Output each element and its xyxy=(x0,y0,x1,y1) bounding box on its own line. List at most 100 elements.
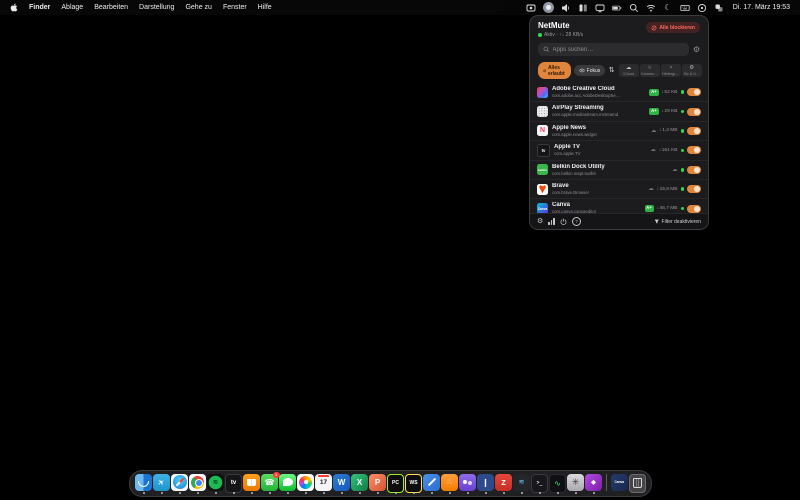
keyboard-icon[interactable] xyxy=(680,2,690,13)
menu-finder[interactable]: Finder xyxy=(29,4,50,11)
filter-allowed-button[interactable]: Alles erlaubt xyxy=(538,62,571,79)
dock-item-chrome[interactable] xyxy=(189,474,206,494)
telegram-dock-icon[interactable]: ✈ xyxy=(153,474,170,491)
menu-darstellung[interactable]: Darstellung xyxy=(139,4,174,11)
orgchart-dock-icon[interactable]: ∴ xyxy=(441,474,458,491)
dock-item-wrench[interactable] xyxy=(423,474,440,494)
apple-menu-icon[interactable] xyxy=(10,3,18,12)
footer-stats-icon[interactable] xyxy=(548,218,555,225)
dock-item-word[interactable]: W xyxy=(333,474,350,494)
footer-help-icon[interactable]: ? xyxy=(572,217,581,226)
category-tab-3[interactable]: ⚙ Sic & U… xyxy=(682,64,702,78)
menu-bar-clock[interactable]: Di. 17. März 19:53 xyxy=(733,4,790,11)
fan-dock-icon[interactable]: ✳ xyxy=(567,474,584,491)
dock-item-fan[interactable]: ✳ xyxy=(567,474,584,494)
search-field[interactable] xyxy=(538,43,689,56)
dock-item-activity[interactable]: ∿ xyxy=(549,474,566,494)
menu-gehe-zu[interactable]: Gehe zu xyxy=(185,4,211,11)
dock-item-docker[interactable]: ≋ xyxy=(513,474,530,494)
canva-dock-icon[interactable]: Canva xyxy=(611,474,628,491)
focus-moon-icon[interactable]: ☾ xyxy=(663,2,673,13)
menu-bearbeiten[interactable]: Bearbeiten xyxy=(94,4,128,11)
terminal-dock-icon[interactable]: >_ xyxy=(531,474,548,493)
app-toggle[interactable] xyxy=(687,108,701,116)
dock-item-pycharm[interactable]: PC xyxy=(387,474,404,494)
window-tiles-icon[interactable] xyxy=(578,2,588,13)
footer-power-icon[interactable] xyxy=(560,218,567,225)
webstorm-dock-icon[interactable]: WS xyxy=(405,474,422,493)
dock-item-calendar[interactable]: 17 xyxy=(315,474,332,494)
app-toggle[interactable] xyxy=(687,205,701,213)
trash-dock-icon[interactable] xyxy=(629,474,646,493)
dock-item-safari[interactable] xyxy=(171,474,188,494)
app-toggle[interactable] xyxy=(687,88,701,96)
display-icon[interactable] xyxy=(595,2,605,13)
sort-icon[interactable]: ⇅ xyxy=(609,67,615,75)
dock-item-excel[interactable]: X xyxy=(351,474,368,494)
zotero-dock-icon[interactable]: Z xyxy=(495,474,512,491)
messages-dock-icon[interactable] xyxy=(279,474,296,491)
dock-item-zotero[interactable]: Z xyxy=(495,474,512,494)
timer-icon[interactable] xyxy=(697,2,707,13)
app-row[interactable]: Adobe Creative Cloud com.adobe.acc.Adobe… xyxy=(530,83,708,102)
activity-dock-icon[interactable]: ∿ xyxy=(549,474,566,493)
dock-item-photos[interactable] xyxy=(297,474,314,494)
dock-item-people[interactable] xyxy=(459,474,476,494)
app-row[interactable]: N Apple News com.apple.news.widget ☁ ↓1,… xyxy=(530,122,708,141)
search-input[interactable] xyxy=(553,47,684,53)
notion-dock-icon[interactable]: ❙ xyxy=(477,474,494,491)
calendar-dock-icon[interactable]: 17 xyxy=(315,474,332,491)
spotlight-icon[interactable] xyxy=(629,2,639,13)
dock-item-terminal[interactable]: >_ xyxy=(531,474,548,494)
dock-item-spotify[interactable]: ≋ xyxy=(207,474,224,494)
docker-dock-icon[interactable]: ≋ xyxy=(513,474,530,491)
app-row[interactable]: AirPlay Streaming com.apple.mediastream.… xyxy=(530,102,708,121)
block-all-button[interactable]: Alle blockieren xyxy=(646,22,700,33)
dock-item-trash[interactable] xyxy=(629,474,646,494)
pycharm-dock-icon[interactable]: PC xyxy=(387,474,404,493)
word-dock-icon[interactable]: W xyxy=(333,474,350,491)
dock-item-telegram[interactable]: ✈ xyxy=(153,474,170,494)
app-toggle[interactable] xyxy=(687,185,701,193)
people-dock-icon[interactable] xyxy=(459,474,476,491)
wifi-icon[interactable] xyxy=(646,2,656,13)
powerpoint-dock-icon[interactable]: P xyxy=(369,474,386,491)
purple-dock-icon[interactable]: ◆ xyxy=(585,474,602,491)
category-tab-2[interactable]: ◔ Hintergr… xyxy=(661,64,681,78)
chrome-dock-icon[interactable] xyxy=(189,474,206,491)
category-tab-0[interactable]: ☁ iCloud xyxy=(619,64,639,78)
footer-gear-icon[interactable]: ⚙ xyxy=(537,218,543,226)
wrench-dock-icon[interactable] xyxy=(423,474,440,491)
battery-icon[interactable] xyxy=(612,2,622,13)
dock-item-whatsapp[interactable]: ☎1 xyxy=(261,474,278,494)
shortcuts-icon[interactable] xyxy=(714,2,724,13)
dock-item-books[interactable] xyxy=(243,474,260,494)
menu-fenster[interactable]: Fenster xyxy=(223,4,247,11)
screen-record-icon[interactable] xyxy=(526,2,536,13)
disable-filter-button[interactable]: Filter deaktivieren xyxy=(654,219,701,225)
volume-icon[interactable] xyxy=(561,2,571,13)
dock-item-purple[interactable]: ◆ xyxy=(585,474,602,494)
dock-item-notion[interactable]: ❙ xyxy=(477,474,494,494)
category-tab-1[interactable]: ○ Kommu… xyxy=(640,64,660,78)
focus-filter-button[interactable]: Fokus xyxy=(574,65,605,76)
dock-item-webstorm[interactable]: WS xyxy=(405,474,422,494)
app-row[interactable]: tv Apple TV com.apple.TV ☁ ↓161 KB xyxy=(530,141,708,160)
app-row[interactable]: Brave com.brave.Browser ☁ ↓15,8 MB xyxy=(530,180,708,199)
menu-hilfe[interactable]: Hilfe xyxy=(258,4,272,11)
safari-dock-icon[interactable] xyxy=(171,474,188,491)
dock-item-canva[interactable]: Canva xyxy=(611,474,628,494)
appletv-dock-icon[interactable]: tv xyxy=(225,474,242,493)
dock-item-finder[interactable] xyxy=(135,474,152,494)
dock-item-messages[interactable] xyxy=(279,474,296,494)
settings-gear-icon[interactable]: ⚙ xyxy=(693,46,700,54)
dock-item-orgchart[interactable]: ∴ xyxy=(441,474,458,494)
finder-dock-icon[interactable] xyxy=(135,474,152,491)
app-toggle[interactable] xyxy=(687,127,701,135)
excel-dock-icon[interactable]: X xyxy=(351,474,368,491)
app-toggle[interactable] xyxy=(687,166,701,174)
dock-item-appletv[interactable]: tv xyxy=(225,474,242,494)
app-toggle[interactable] xyxy=(687,146,701,154)
app-row[interactable]: belkin Belkin Dock Utility com.belkin.ma… xyxy=(530,161,708,180)
netmute-menubar-icon[interactable] xyxy=(543,2,554,13)
